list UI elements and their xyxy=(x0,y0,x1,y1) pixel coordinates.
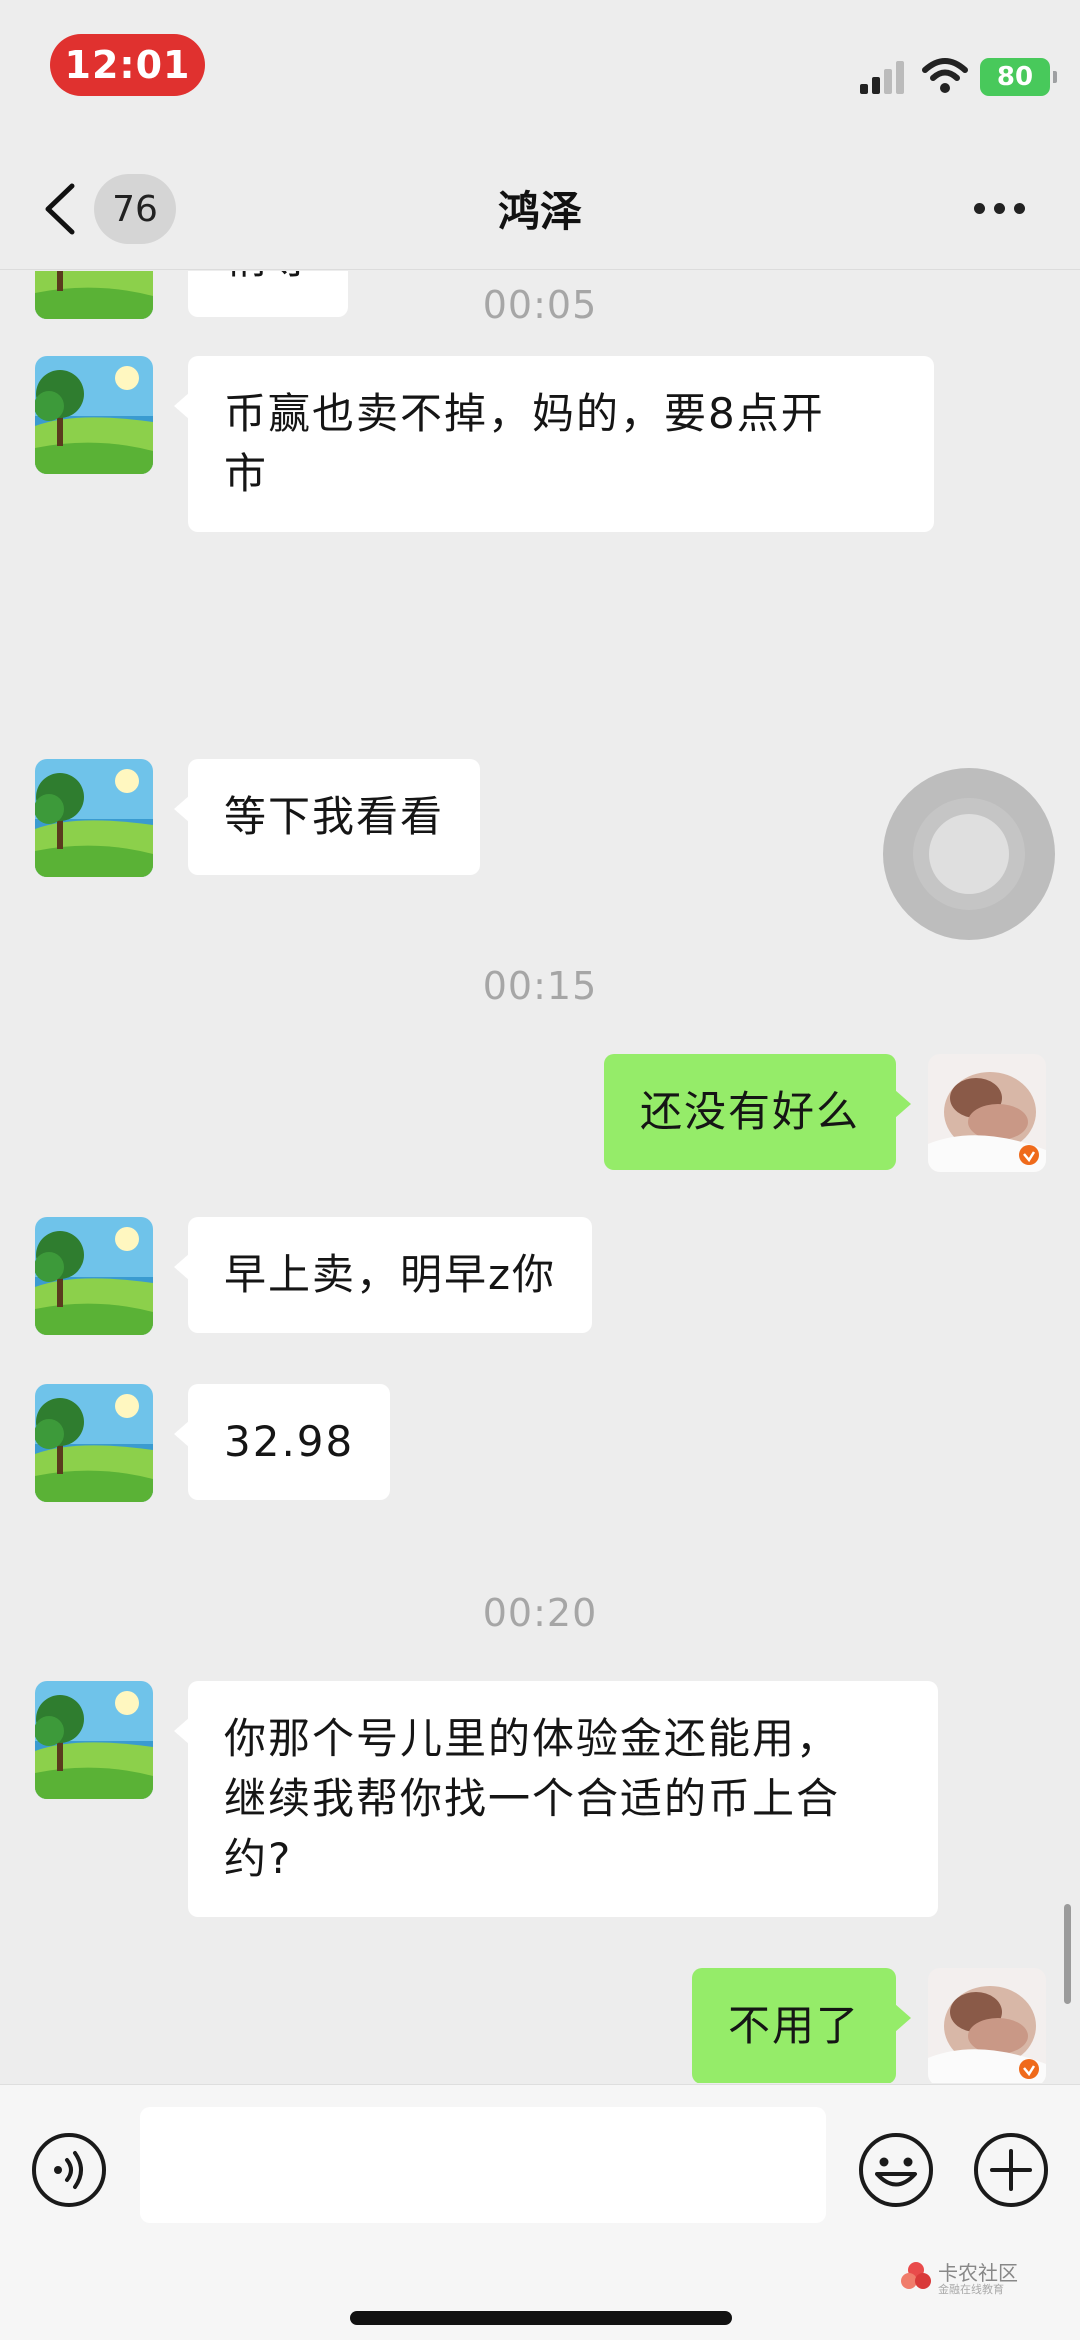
contact-avatar[interactable] xyxy=(35,759,153,877)
home-indicator[interactable] xyxy=(350,2311,732,2325)
watermark-logo-icon xyxy=(901,2262,931,2289)
incoming-message-bubble[interactable]: 早上卖，明早z你 xyxy=(173,1217,593,1333)
message-input[interactable] xyxy=(140,2107,826,2223)
watermark-subtext: 金融在线教育 xyxy=(938,2283,1004,2296)
outgoing-message-bubble[interactable]: 还没有好么 xyxy=(603,1054,912,1170)
incoming-message-bubble[interactable]: 等下我看看 xyxy=(173,759,481,875)
status-time: 12:01 xyxy=(50,34,205,96)
incoming-message-bubble[interactable]: 32.98 xyxy=(173,1384,391,1500)
status-bar: 12:01 80 xyxy=(0,0,1080,130)
emoji-icon[interactable] xyxy=(857,2131,935,2209)
more-icon[interactable] xyxy=(972,198,1028,220)
wifi-icon xyxy=(922,58,968,93)
chat-title: 鸿泽 xyxy=(497,187,582,236)
outgoing-message-bubble[interactable]: 不用了 xyxy=(691,1968,912,2083)
watermark: 卡农社区 金融在线教育 xyxy=(900,2255,1070,2299)
incoming-message-bubble[interactable]: 币赢也卖不掉，妈的，要8点开 市 xyxy=(174,356,934,532)
chat-screen: 12:01 80 76 鸿泽 00:05 币赢也卖不掉，妈的，要8点开 市 等下… xyxy=(0,0,1080,2340)
contact-avatar[interactable] xyxy=(35,1681,153,1799)
contact-avatar[interactable] xyxy=(35,356,153,474)
battery-indicator: 80 xyxy=(980,58,1057,96)
message-timestamp: 00:15 xyxy=(482,964,598,1008)
message-list[interactable]: 稍等 00:05 币赢也卖不掉，妈的，要8点开 市 xyxy=(0,271,1080,2083)
assistive-touch-button[interactable] xyxy=(883,768,1055,940)
my-avatar[interactable] xyxy=(928,1968,1046,2083)
signal-icon xyxy=(860,61,904,94)
message-list-scrollbar[interactable] xyxy=(1064,1904,1071,2004)
plus-icon[interactable] xyxy=(972,2131,1050,2209)
message-timestamp: 00:05 xyxy=(482,283,598,327)
voice-icon[interactable] xyxy=(30,2131,108,2209)
my-avatar[interactable] xyxy=(928,1054,1046,1172)
incoming-message-bubble[interactable]: 你那个号儿里的体验金还能用， 继续我帮你找一个合适的币上合 约? xyxy=(174,1681,938,1917)
message-timestamp: 00:20 xyxy=(482,1591,598,1635)
contact-avatar[interactable] xyxy=(35,1217,153,1335)
input-bar: 卡农社区 金融在线教育 xyxy=(0,2084,1080,2340)
chat-header: 76 鸿泽 xyxy=(0,130,1080,270)
contact-avatar[interactable] xyxy=(35,1384,153,1502)
